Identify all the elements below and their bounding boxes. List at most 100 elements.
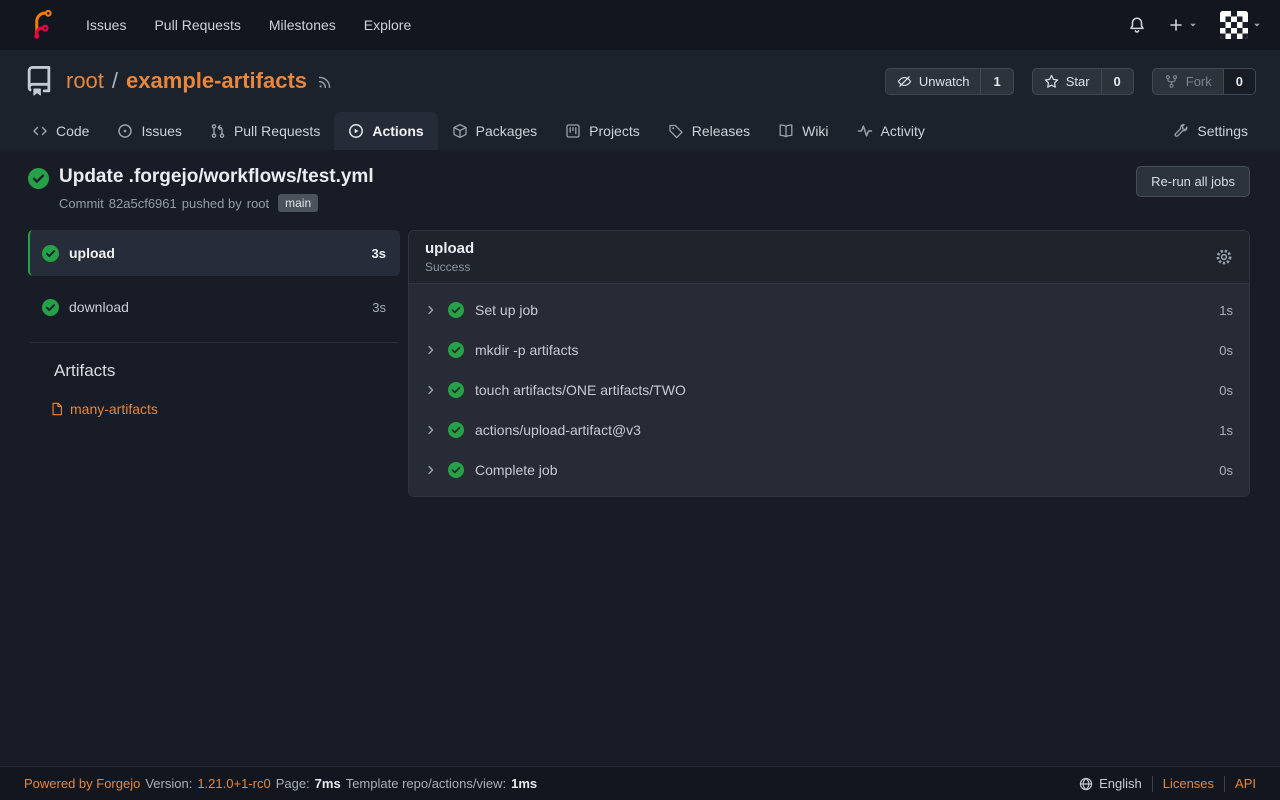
tab-pull-requests[interactable]: Pull Requests	[196, 112, 334, 150]
play-circle-icon	[348, 123, 364, 139]
book-icon	[778, 123, 794, 139]
page-label: Page:	[276, 776, 310, 791]
job-duration: 3s	[372, 300, 386, 315]
nav-milestones[interactable]: Milestones	[255, 7, 350, 43]
rss-icon[interactable]	[317, 73, 334, 90]
run-title: Update .forgejo/workflows/test.yml	[59, 166, 374, 188]
step-duration: 0s	[1219, 463, 1233, 478]
nav-pull-requests[interactable]: Pull Requests	[140, 7, 254, 43]
user-menu[interactable]	[1220, 11, 1262, 39]
sidebar-divider	[30, 342, 398, 343]
job-detail-header: upload Success	[409, 231, 1249, 284]
step-row-upload-artifact[interactable]: actions/upload-artifact@v3 1s	[409, 410, 1249, 450]
fork-button[interactable]: Fork	[1153, 69, 1223, 94]
steps-list: Set up job 1s mkdir -p artifacts 0s touc…	[409, 284, 1249, 496]
top-navbar: Issues Pull Requests Milestones Explore	[0, 0, 1280, 50]
powered-by-link[interactable]: Powered by Forgejo	[24, 776, 140, 791]
chevron-right-icon	[425, 424, 437, 436]
tab-issues[interactable]: Issues	[103, 112, 195, 150]
pushed-by-label: pushed by	[182, 196, 242, 211]
nav-explore[interactable]: Explore	[350, 7, 425, 43]
forgejo-logo-icon[interactable]	[28, 10, 58, 40]
package-icon	[452, 123, 468, 139]
create-new-button[interactable]	[1168, 17, 1198, 33]
pull-request-icon	[210, 123, 226, 139]
rerun-all-jobs-button[interactable]: Re-run all jobs	[1136, 166, 1250, 197]
globe-icon	[1079, 777, 1093, 791]
star-button[interactable]: Star	[1033, 69, 1101, 94]
gear-icon[interactable]	[1215, 248, 1233, 266]
chevron-right-icon	[425, 464, 437, 476]
unwatch-label: Unwatch	[919, 74, 970, 89]
artifacts-heading: Artifacts	[54, 361, 400, 381]
fork-label: Fork	[1186, 74, 1212, 89]
repo-name-link[interactable]: example-artifacts	[126, 68, 307, 94]
check-circle-icon	[448, 302, 464, 318]
repo-tabs: Code Issues Pull Requests Actions Packag…	[0, 106, 1280, 150]
step-duration: 0s	[1219, 383, 1233, 398]
run-success-icon	[28, 168, 49, 189]
branch-badge[interactable]: main	[278, 194, 318, 212]
repo-owner-link[interactable]: root	[66, 68, 104, 94]
step-duration: 1s	[1219, 423, 1233, 438]
template-label: Template repo/actions/view:	[346, 776, 506, 791]
step-row-setup-job[interactable]: Set up job 1s	[409, 290, 1249, 330]
chevron-right-icon	[425, 344, 437, 356]
nav-issues[interactable]: Issues	[72, 7, 140, 43]
footer-divider	[1152, 776, 1153, 792]
plus-icon	[1168, 17, 1184, 33]
star-icon	[1044, 74, 1059, 89]
unwatch-button-group: Unwatch 1	[885, 68, 1014, 95]
tab-packages[interactable]: Packages	[438, 112, 551, 150]
job-detail-panel: upload Success Set up job 1s mkdir -p	[408, 230, 1250, 497]
api-link[interactable]: API	[1235, 776, 1256, 791]
stars-count[interactable]: 0	[1101, 69, 1133, 94]
commit-author-link[interactable]: root	[247, 196, 269, 211]
actions-run-view: Update .forgejo/workflows/test.yml Commi…	[0, 150, 1280, 766]
step-duration: 1s	[1219, 303, 1233, 318]
breadcrumb-separator: /	[112, 68, 118, 94]
commit-label: Commit	[59, 196, 104, 211]
check-circle-icon	[448, 342, 464, 358]
language-selector[interactable]: English	[1079, 776, 1142, 791]
step-duration: 0s	[1219, 343, 1233, 358]
tab-code[interactable]: Code	[18, 112, 103, 150]
issue-icon	[117, 123, 133, 139]
fork-icon	[1164, 74, 1179, 89]
tab-wiki[interactable]: Wiki	[764, 112, 842, 150]
bell-icon[interactable]	[1128, 16, 1146, 34]
chevron-down-icon	[1252, 20, 1262, 30]
check-circle-icon	[42, 245, 59, 262]
repo-book-icon	[24, 66, 54, 96]
tab-releases[interactable]: Releases	[654, 112, 764, 150]
licenses-link[interactable]: Licenses	[1163, 776, 1214, 791]
template-time: 1ms	[511, 776, 537, 791]
step-row-complete-job[interactable]: Complete job 0s	[409, 450, 1249, 490]
file-icon	[50, 402, 64, 416]
tab-settings[interactable]: Settings	[1159, 112, 1262, 150]
chevron-down-icon	[1188, 20, 1198, 30]
job-detail-name: upload	[425, 240, 474, 257]
job-item-upload[interactable]: upload 3s	[28, 230, 400, 276]
tab-activity[interactable]: Activity	[843, 112, 939, 150]
forks-count[interactable]: 0	[1223, 69, 1255, 94]
tab-actions[interactable]: Actions	[334, 112, 437, 150]
step-row-mkdir[interactable]: mkdir -p artifacts 0s	[409, 330, 1249, 370]
job-item-download[interactable]: download 3s	[28, 284, 400, 330]
star-label: Star	[1066, 74, 1090, 89]
run-header: Update .forgejo/workflows/test.yml Commi…	[28, 166, 1250, 212]
watchers-count[interactable]: 1	[980, 69, 1012, 94]
tab-projects[interactable]: Projects	[551, 112, 654, 150]
artifact-link-many-artifacts[interactable]: many-artifacts	[50, 401, 400, 417]
avatar	[1220, 11, 1248, 39]
code-icon	[32, 123, 48, 139]
fork-button-group: Fork 0	[1152, 68, 1256, 95]
step-row-touch[interactable]: touch artifacts/ONE artifacts/TWO 0s	[409, 370, 1249, 410]
check-circle-icon	[448, 422, 464, 438]
repo-action-buttons: Unwatch 1 Star 0	[885, 68, 1256, 95]
unwatch-button[interactable]: Unwatch	[886, 69, 981, 94]
version-link[interactable]: 1.21.0+1-rc0	[197, 776, 270, 791]
project-board-icon	[565, 123, 581, 139]
commit-sha-link[interactable]: 82a5cf6961	[109, 196, 177, 211]
tag-icon	[668, 123, 684, 139]
